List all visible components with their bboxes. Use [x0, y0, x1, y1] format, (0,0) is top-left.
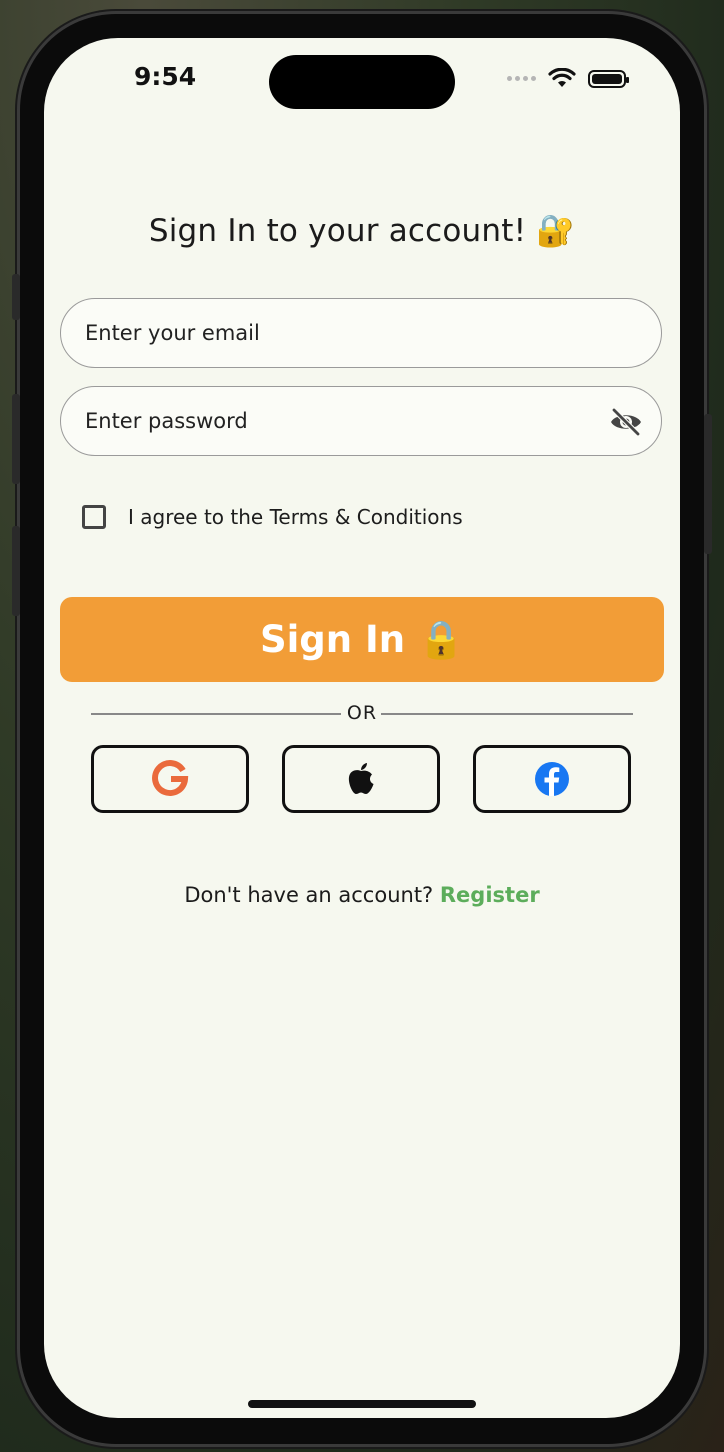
google-icon — [152, 760, 189, 797]
facebook-sign-in-button[interactable] — [473, 745, 631, 813]
battery-icon — [588, 69, 629, 88]
apple-icon — [348, 763, 374, 794]
eye-slash-icon[interactable] — [609, 407, 643, 437]
power-button — [704, 414, 712, 554]
lock-emoji: 🔒 — [417, 617, 465, 661]
sign-in-label: Sign In — [259, 618, 406, 661]
register-prompt: Don't have an account? — [184, 883, 434, 907]
facebook-icon — [535, 762, 569, 796]
cellular-signal-icon — [507, 76, 536, 81]
screen: 9:54 Sign In to your account! 🔐 I agree … — [44, 38, 680, 1418]
terms-checkbox[interactable] — [82, 505, 106, 529]
google-sign-in-button[interactable] — [91, 745, 249, 813]
sign-in-button[interactable]: Sign In 🔒 — [60, 597, 664, 682]
terms-label[interactable]: I agree to the Terms & Conditions — [128, 505, 463, 529]
status-indicators — [507, 68, 629, 89]
status-time: 9:54 — [134, 62, 197, 91]
volume-down-button — [12, 526, 20, 616]
email-field[interactable] — [60, 298, 662, 368]
lock-with-key-emoji: 🔐 — [536, 213, 576, 249]
register-link[interactable]: Register — [440, 883, 540, 907]
dynamic-island — [269, 55, 455, 109]
wifi-icon — [548, 68, 576, 87]
mute-switch — [12, 274, 20, 320]
terms-row: I agree to the Terms & Conditions — [82, 505, 463, 529]
password-input[interactable] — [83, 408, 661, 434]
or-label: OR — [346, 702, 378, 724]
password-field[interactable] — [60, 386, 662, 456]
email-input[interactable] — [83, 320, 661, 346]
page-title-text: Sign In to your account! — [148, 213, 527, 249]
home-indicator[interactable] — [248, 1400, 476, 1408]
volume-up-button — [12, 394, 20, 484]
page-title: Sign In to your account! 🔐 — [44, 212, 680, 249]
apple-sign-in-button[interactable] — [282, 745, 440, 813]
or-divider: OR — [91, 702, 633, 726]
register-row: Don't have an account? Register — [44, 883, 680, 907]
